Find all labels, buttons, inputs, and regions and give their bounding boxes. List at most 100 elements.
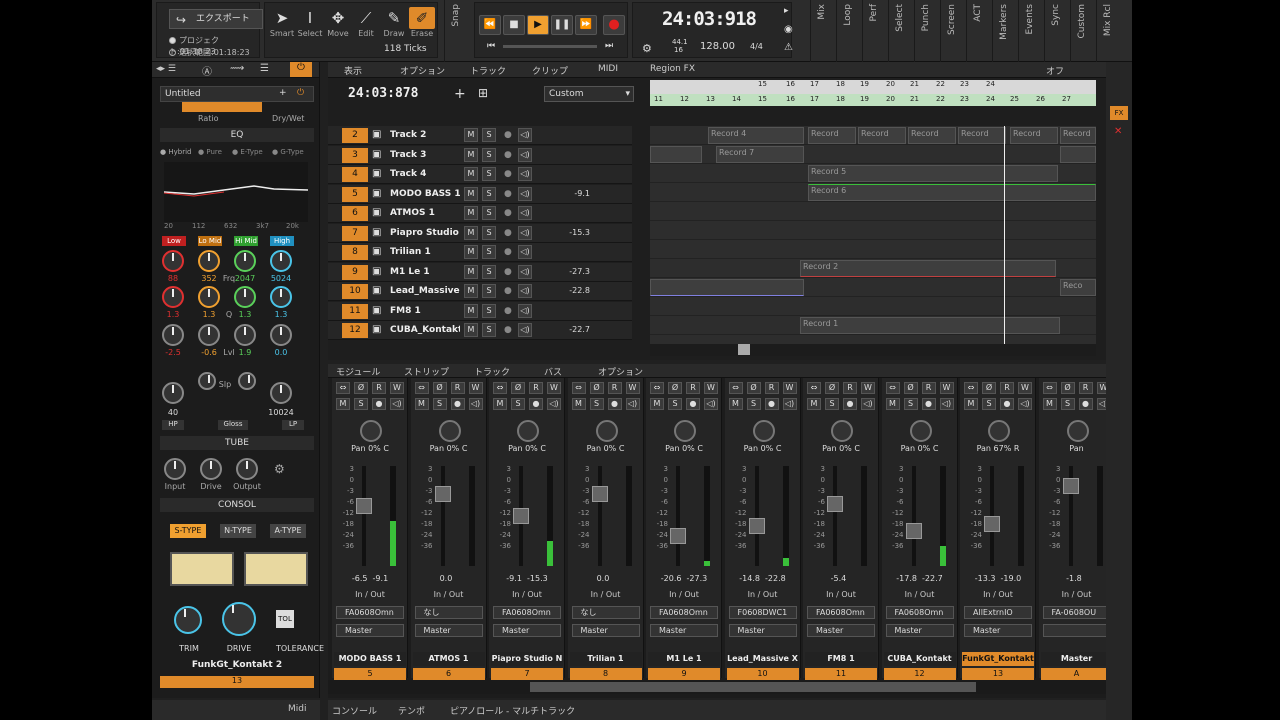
track-number[interactable]: 6: [342, 206, 368, 221]
strip-name[interactable]: Lead_Massive X: [726, 652, 799, 666]
snap-tab[interactable]: Snap: [444, 0, 470, 62]
read-button[interactable]: R: [450, 382, 465, 394]
track-volume[interactable]: -9.1: [556, 189, 590, 198]
fx-icon[interactable]: FX: [1110, 106, 1128, 120]
strip-name[interactable]: FunkGt_Kontakt: [962, 652, 1034, 666]
solo-button[interactable]: S: [482, 167, 496, 181]
play-button[interactable]: ▶: [527, 15, 549, 35]
write-button[interactable]: W: [390, 382, 404, 394]
band-high[interactable]: High: [270, 236, 294, 246]
pan-knob[interactable]: [360, 420, 382, 442]
phase-button[interactable]: ⇔: [414, 382, 429, 394]
mute-button[interactable]: M: [464, 186, 478, 201]
clip-track3-a[interactable]: [650, 146, 702, 163]
read-button[interactable]: R: [686, 382, 700, 394]
write-button[interactable]: W: [547, 382, 561, 394]
tube-drive-knob[interactable]: [200, 458, 222, 480]
punch-tab[interactable]: Punch: [914, 0, 940, 62]
track-number[interactable]: 10: [342, 284, 368, 299]
mute-button[interactable]: M: [464, 225, 478, 240]
read-button[interactable]: R: [1000, 382, 1014, 394]
track-number[interactable]: 8: [342, 245, 368, 260]
arm-icon[interactable]: ●: [504, 267, 512, 277]
rewind-button[interactable]: ⏪: [479, 15, 501, 35]
phase-button[interactable]: ⇔: [885, 382, 900, 394]
volume-fader-handle[interactable]: [513, 508, 529, 524]
strip-name[interactable]: MODO BASS 1: [334, 652, 406, 666]
write-button[interactable]: W: [468, 382, 483, 394]
a-type-button[interactable]: A-TYPE: [270, 524, 306, 538]
pause-button[interactable]: ❚❚: [551, 15, 573, 35]
echo-icon[interactable]: ◁): [518, 323, 532, 337]
read-button[interactable]: R: [607, 382, 622, 394]
stop-button[interactable]: ■: [503, 15, 525, 35]
echo-icon[interactable]: ◁): [518, 284, 532, 298]
output-select[interactable]: Master: [885, 624, 954, 637]
mute-button[interactable]: M: [464, 323, 478, 337]
strip-arm-button[interactable]: ●: [529, 398, 543, 410]
track-number[interactable]: 9: [342, 264, 368, 280]
selection-range-radio[interactable]: 選択範囲:01:18:23: [169, 47, 250, 58]
interleave-button[interactable]: Ø: [746, 382, 761, 394]
strip-solo-button[interactable]: S: [746, 398, 761, 410]
now-time[interactable]: 24:03:918: [662, 8, 757, 30]
arm-icon[interactable]: ●: [504, 286, 512, 296]
strip-arm-button[interactable]: ●: [921, 398, 936, 410]
console-menu-strips[interactable]: ストリップ: [404, 365, 449, 378]
track-name[interactable]: CUBA_Kontakt: [390, 325, 460, 335]
eq-mode-etype[interactable]: ● E-Type: [232, 148, 263, 156]
echo-icon[interactable]: ◁): [518, 225, 532, 240]
track-header[interactable]: 5 ▣ MODO BASS 1 M S ● ◁) -9.1: [328, 184, 632, 204]
clip-track3-b[interactable]: [1060, 146, 1096, 163]
loop-region[interactable]: [650, 94, 1096, 106]
clip-record-c[interactable]: Record: [908, 127, 956, 144]
click-icon[interactable]: ⚠: [784, 42, 793, 53]
interleave-button[interactable]: Ø: [354, 382, 368, 394]
read-button[interactable]: R: [372, 382, 386, 394]
high-freq-knob[interactable]: [270, 250, 292, 272]
add-track-icon[interactable]: +: [454, 86, 466, 102]
sync-tab[interactable]: Sync: [1044, 0, 1070, 62]
strip-echo-button[interactable]: ◁): [704, 398, 718, 410]
track-name[interactable]: Track 2: [390, 130, 460, 140]
strip-echo-button[interactable]: ◁): [1018, 398, 1032, 410]
strip-solo-button[interactable]: S: [354, 398, 368, 410]
gloss-button[interactable]: Gloss: [218, 420, 248, 430]
track-name[interactable]: Piapro Studio N: [390, 228, 460, 238]
strip-echo-button[interactable]: ◁): [468, 398, 483, 410]
ratio-selector[interactable]: [182, 102, 262, 112]
edit-tool[interactable]: ⟋ Edit: [353, 7, 379, 38]
clip-record-e[interactable]: Record: [1010, 127, 1058, 144]
mix-recall-tab[interactable]: Mix Rcl: [1096, 0, 1122, 62]
volume-fader-handle[interactable]: [670, 528, 686, 544]
lomid-level-knob[interactable]: [198, 324, 220, 346]
solo-button[interactable]: S: [482, 206, 496, 220]
power-icon[interactable]: ⏻: [290, 62, 312, 77]
mute-button[interactable]: M: [464, 264, 478, 279]
strip-solo-button[interactable]: S: [903, 398, 918, 410]
phase-button[interactable]: ⇔: [807, 382, 821, 394]
input-select[interactable]: FA0608Omn: [885, 606, 954, 619]
n-type-button[interactable]: N-TYPE: [220, 524, 256, 538]
strip-mute-button[interactable]: M: [728, 398, 743, 410]
track-view-time[interactable]: 24:03:878: [348, 86, 418, 101]
strip-echo-button[interactable]: ◁): [782, 398, 797, 410]
clip-record1[interactable]: Record 1: [800, 317, 1060, 334]
echo-icon[interactable]: ◁): [518, 303, 532, 318]
strip-mute-button[interactable]: M: [807, 398, 821, 410]
strip-solo-button[interactable]: S: [511, 398, 525, 410]
output-select[interactable]: Master: [807, 624, 875, 637]
volume-fader-track[interactable]: [597, 466, 602, 566]
strip-name[interactable]: CUBA_Kontakt: [883, 652, 956, 666]
interleave-button[interactable]: Ø: [432, 382, 447, 394]
himid-freq-knob[interactable]: [234, 250, 256, 272]
solo-button[interactable]: S: [482, 225, 496, 240]
hp-knob[interactable]: [162, 382, 184, 404]
inspector-menu-icon[interactable]: ◂▸ ☰: [156, 64, 176, 74]
phase-button[interactable]: ⇔: [1042, 382, 1057, 394]
wave-icon[interactable]: ⟿: [230, 63, 244, 74]
strip-echo-button[interactable]: ◁): [939, 398, 954, 410]
mute-button[interactable]: M: [464, 303, 478, 318]
track-header[interactable]: 12 ▣ CUBA_Kontakt M S ● ◁) -22.7: [328, 321, 632, 340]
pan-knob[interactable]: [438, 420, 461, 442]
